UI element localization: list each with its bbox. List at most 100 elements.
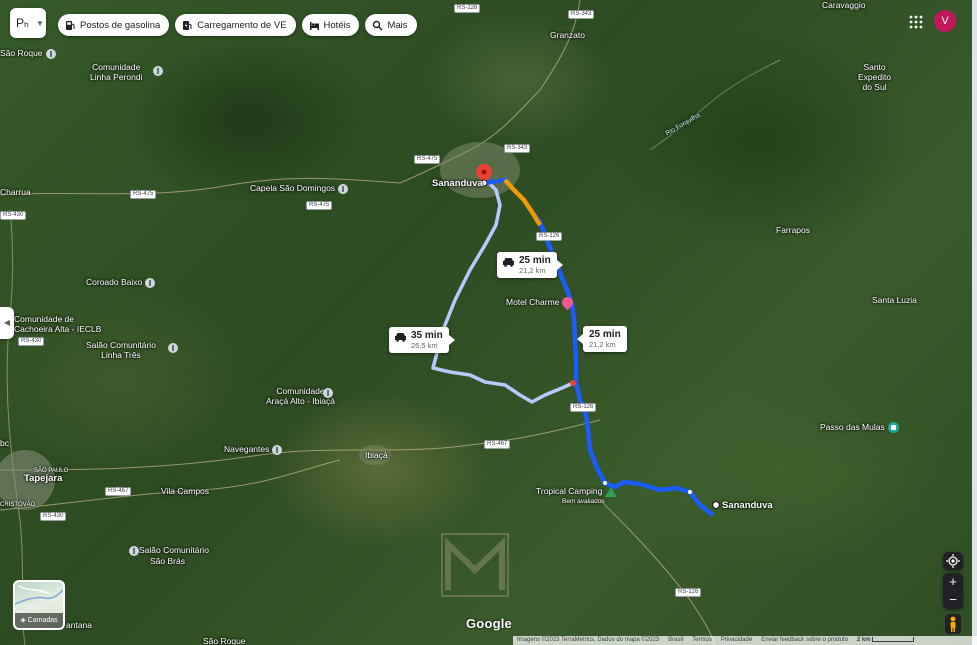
map-attribution: Imagens ©2023 TerraMetrics, Dados do map…	[517, 637, 660, 643]
map-canvas[interactable]: RS-126 RS-343 RS-343 RS-475 RS-475 RS-47…	[0, 0, 977, 645]
route-time: 25 min	[589, 329, 621, 340]
collapse-panel-button[interactable]: ◀	[0, 307, 14, 339]
place-sao-roque-bottom[interactable]: São Roque	[203, 636, 246, 645]
zoom-controls: + −	[943, 573, 963, 609]
route-time: 35 min	[411, 330, 443, 341]
ev-charging-icon	[183, 20, 192, 30]
road-shield: RS-343	[504, 144, 531, 153]
place-granzato[interactable]: Granzato	[550, 30, 585, 40]
pegman-icon	[950, 616, 956, 632]
place-partial-label: antana	[66, 620, 92, 630]
road-shield: RS-430	[18, 337, 45, 346]
road-shield: RS-467	[484, 440, 511, 449]
route-label-main-2[interactable]: 25 min 21,2 km	[577, 326, 627, 352]
place-ibiaca[interactable]: Ibiaçá	[365, 450, 388, 460]
road-shield: RS-126	[570, 403, 597, 412]
church-icon	[129, 545, 139, 556]
account-avatar[interactable]: V	[934, 10, 956, 32]
road-shield: RS-475	[130, 190, 157, 199]
place-navegantes[interactable]: Navegantes	[224, 444, 283, 455]
search-icon	[373, 20, 383, 31]
layers-button[interactable]: ◈ Camadas	[13, 580, 65, 630]
place-caravaggio[interactable]: Caravaggio	[822, 0, 865, 10]
alternate-route[interactable]	[431, 180, 574, 404]
place-tapejara[interactable]: Tapejara	[24, 474, 62, 484]
map-footer: Imagens ©2023 TerraMetrics, Dados do map…	[513, 636, 977, 645]
place-passo-das-mulas[interactable]: Passo das Mulas	[820, 422, 899, 434]
church-icon	[168, 343, 178, 353]
place-icon	[323, 388, 333, 398]
footer-country[interactable]: Brasil	[668, 636, 683, 645]
chevron-left-icon: ◀	[3, 318, 11, 327]
location-target-icon	[946, 554, 960, 568]
traffic-segment	[503, 178, 542, 227]
place-capela-sao-domingos[interactable]: Capela São Domingos	[250, 183, 349, 194]
chip-ev-charging[interactable]: Carregamento de VE	[175, 14, 296, 36]
road-shield: RS-430	[0, 211, 27, 220]
footer-feedback-link[interactable]: Enviar feedback sobre o produto	[761, 636, 848, 645]
chip-more[interactable]: Mais	[365, 14, 417, 36]
search-box[interactable]: Pₕ ▼	[10, 8, 46, 38]
watermark-logo	[441, 533, 509, 597]
road-shield: RS-126	[536, 232, 563, 241]
road-shield: RS-126	[454, 4, 481, 13]
apps-grid-icon[interactable]	[909, 15, 923, 29]
chip-label: Mais	[387, 19, 408, 31]
route-time: 25 min	[519, 255, 551, 266]
street-view-pegman[interactable]	[945, 614, 961, 634]
road-shield: RS-475	[306, 201, 333, 210]
footer-privacy-link[interactable]: Privacidade	[721, 636, 752, 645]
place-cachoeira-alta[interactable]: Comunidade de Cachoeira Alta - IECLB	[14, 314, 101, 334]
destination-marker-icon[interactable]	[711, 500, 721, 510]
route-junction-marker	[570, 380, 576, 386]
church-icon	[272, 444, 283, 455]
hotel-icon	[560, 294, 576, 311]
place-sananduva-origin[interactable]: Sananduva	[432, 179, 483, 189]
place-tropical-camping[interactable]: Tropical Camping	[536, 486, 618, 497]
road-shield: RS-126	[675, 588, 702, 597]
chevron-down-icon[interactable]: ▼	[34, 19, 46, 28]
hotel-icon	[309, 21, 319, 30]
chip-hotels[interactable]: Hotéis	[301, 14, 360, 36]
place-santa-luzia[interactable]: Santa Luzia	[872, 295, 917, 305]
footer-terms-link[interactable]: Termos	[692, 636, 712, 645]
chip-gas-stations[interactable]: Postos de gasolina	[58, 14, 170, 36]
route-distance: 21,2 km	[589, 340, 616, 349]
place-cristovao-district: CRISTÓVÃO	[0, 502, 36, 508]
place-salao-sao-bras[interactable]: Salão Comunitário São Brás	[126, 545, 209, 566]
search-input[interactable]: Pₕ	[10, 16, 34, 30]
place-icon	[45, 48, 56, 59]
place-com-perondi[interactable]: Comunidade Linha Perondi	[90, 62, 142, 82]
attraction-icon	[887, 422, 899, 434]
google-logo: Google	[466, 616, 512, 631]
place-charrua[interactable]: Charrua	[0, 187, 31, 197]
place-coroado-baixo[interactable]: Coroado Baixo	[86, 277, 156, 288]
road-shield: RS-430	[40, 512, 67, 521]
place-vila-campos[interactable]: Vila Campos	[161, 486, 209, 496]
route-label-alternate[interactable]: 35 min 26,5 km	[389, 327, 455, 353]
place-farrapos[interactable]: Farrapos	[776, 225, 810, 235]
place-icon	[145, 277, 156, 288]
zoom-out-button[interactable]: −	[943, 591, 963, 609]
road-shield: RS-467	[105, 487, 132, 496]
my-location-button[interactable]	[943, 552, 963, 570]
layers-thumbnail	[15, 585, 63, 605]
place-santo-expedito[interactable]: Santo Expedito do Sul	[858, 62, 891, 92]
zoom-in-button[interactable]: +	[943, 573, 963, 591]
road-shield: RS-343	[568, 10, 595, 19]
place-sao-roque-top[interactable]: São Roque	[0, 48, 56, 59]
place-salao-linha-tres[interactable]: Salão Comunitário Linha Três	[86, 340, 156, 360]
route-label-main[interactable]: 25 min 21,2 km	[497, 252, 563, 278]
route-distance: 21,2 km	[519, 266, 546, 275]
scrollbar[interactable]	[972, 0, 977, 645]
scale-bar[interactable]: 2 km	[857, 636, 915, 645]
car-icon	[395, 333, 406, 342]
road-shield: RS-475	[414, 155, 441, 164]
place-sananduva-destination[interactable]: Sananduva	[722, 501, 773, 511]
place-icon	[153, 66, 163, 76]
place-motel-charme[interactable]: Motel Charme	[506, 294, 576, 311]
church-icon	[338, 183, 349, 194]
chip-label: Carregamento de VE	[197, 19, 287, 31]
place-partial-label: bc	[0, 438, 9, 448]
category-chips: Postos de gasolina Carregamento de VE Ho…	[58, 14, 417, 36]
